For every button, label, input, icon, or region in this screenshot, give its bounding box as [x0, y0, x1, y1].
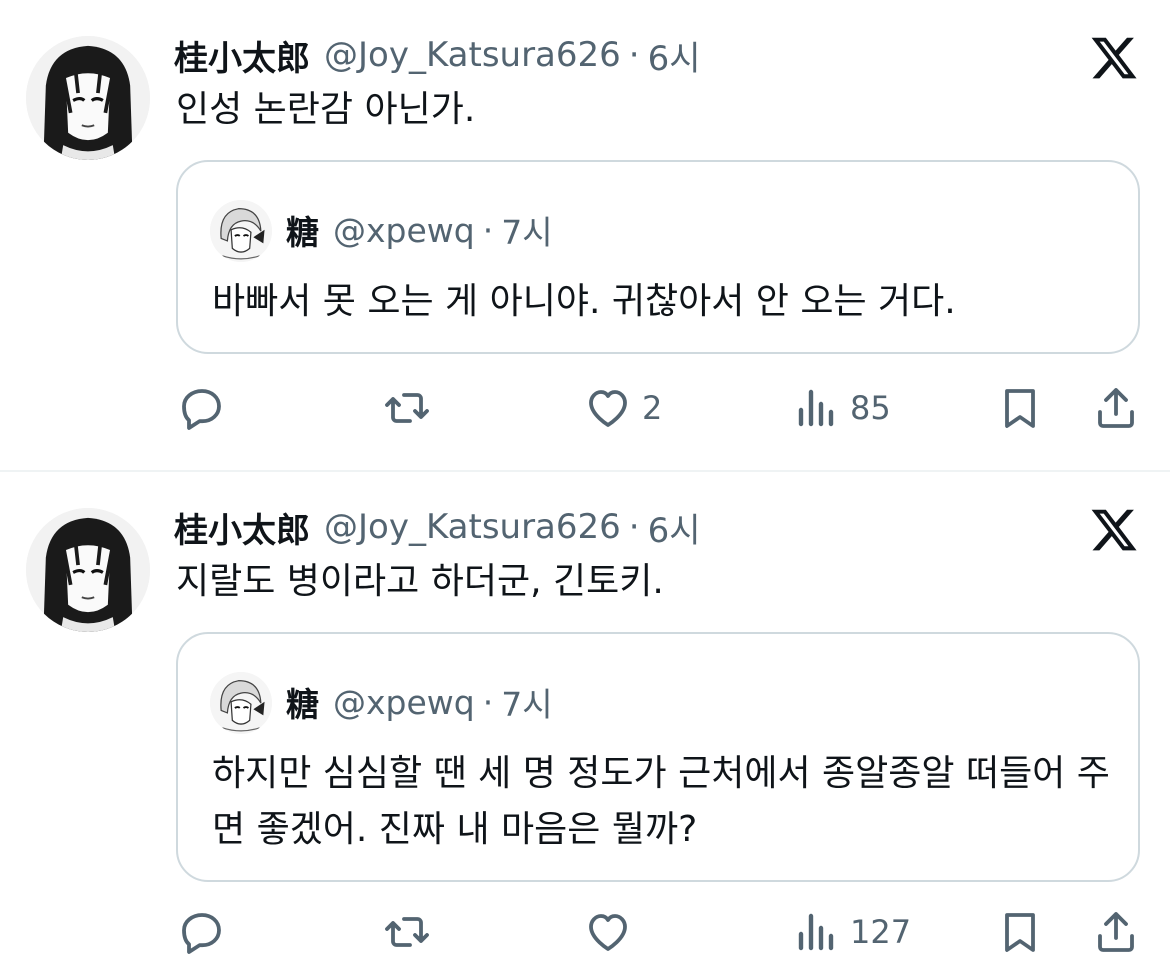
repost-button[interactable]: [383, 380, 431, 436]
author-name[interactable]: 桂小太郎: [174, 503, 310, 552]
views-button[interactable]: 127: [792, 904, 911, 960]
view-count: 127: [850, 913, 912, 951]
quoted-tweet-text: 하지만 심심할 땐 세 명 정도가 근처에서 종알종알 떠들어 주면 좋겠어. …: [212, 753, 1110, 850]
view-count: 85: [850, 389, 891, 427]
share-button[interactable]: [1092, 380, 1140, 436]
quoted-author-name[interactable]: 糖: [286, 678, 319, 726]
bookmark-icon: [1005, 913, 1035, 952]
quoted-tweet-header: 糖 @xpewq · 7시: [286, 202, 553, 258]
quoted-author-name[interactable]: 糖: [286, 206, 319, 254]
share-icon: [1098, 388, 1134, 428]
like-count: 2: [642, 389, 663, 427]
reply-icon: [182, 389, 221, 430]
tweet-timestamp[interactable]: 6시: [648, 31, 701, 80]
quoted-timestamp[interactable]: 7시: [501, 678, 552, 726]
bookmark-button[interactable]: [996, 904, 1044, 960]
author-handle[interactable]: @Joy_Katsura626: [324, 35, 621, 75]
author-avatar[interactable]: [26, 36, 150, 160]
tweet-actions: 2 85: [0, 380, 1170, 436]
tweet[interactable]: 桂小太郎 @Joy_Katsura626 · 6시 지랄도 병이라고 하더군, …: [0, 472, 1170, 979]
views-icon: [798, 913, 834, 951]
share-icon: [1098, 912, 1134, 952]
reply-button[interactable]: [178, 904, 226, 960]
repost-icon: [385, 917, 429, 947]
quoted-author-avatar[interactable]: [210, 672, 272, 734]
repost-icon: [385, 393, 429, 423]
heart-icon: [589, 390, 627, 427]
heart-icon: [589, 914, 627, 951]
separator-dot: ·: [482, 210, 494, 250]
tweet[interactable]: 桂小太郎 @Joy_Katsura626 · 6시 인성 논란감 아닌가. 糖 …: [0, 0, 1170, 470]
views-icon: [798, 389, 834, 427]
like-button[interactable]: [584, 904, 642, 960]
bookmark-button[interactable]: [996, 380, 1044, 436]
quoted-tweet-text: 바빠서 못 오는 게 아니야. 귀찮아서 안 오는 거다.: [212, 281, 956, 322]
tweet-text: 지랄도 병이라고 하더군, 긴토키.: [176, 561, 664, 602]
separator-dot: ·: [628, 35, 640, 75]
reply-button[interactable]: [178, 380, 226, 436]
reply-icon: [182, 913, 221, 954]
quoted-author-handle[interactable]: @xpewq: [333, 683, 475, 722]
quoted-timestamp[interactable]: 7시: [501, 206, 552, 254]
x-logo-icon: [1087, 33, 1141, 83]
like-button[interactable]: 2: [584, 380, 662, 436]
views-button[interactable]: 85: [792, 380, 891, 436]
tweet-text: 인성 논란감 아닌가.: [176, 89, 476, 130]
author-name[interactable]: 桂小太郎: [174, 31, 310, 80]
tweet-header: 桂小太郎 @Joy_Katsura626 · 6시: [174, 502, 701, 552]
separator-dot: ·: [482, 682, 494, 722]
quoted-tweet[interactable]: 糖 @xpewq · 7시 하지만 심심할 땐 세 명 정도가 근처에서 종알종…: [176, 632, 1140, 882]
bookmark-icon: [1005, 389, 1035, 428]
tweet-timestamp[interactable]: 6시: [648, 503, 701, 552]
x-logo-icon: [1087, 505, 1141, 555]
quoted-tweet-header: 糖 @xpewq · 7시: [286, 674, 553, 730]
quoted-author-avatar[interactable]: [210, 200, 272, 262]
separator-dot: ·: [628, 507, 640, 547]
tweet-actions: 127: [0, 904, 1170, 960]
quoted-author-handle[interactable]: @xpewq: [333, 211, 475, 250]
author-handle[interactable]: @Joy_Katsura626: [324, 507, 621, 547]
share-button[interactable]: [1092, 904, 1140, 960]
quoted-tweet[interactable]: 糖 @xpewq · 7시 바빠서 못 오는 게 아니야. 귀찮아서 안 오는 …: [176, 160, 1140, 354]
author-avatar[interactable]: [26, 508, 150, 632]
tweet-header: 桂小太郎 @Joy_Katsura626 · 6시: [174, 30, 701, 80]
repost-button[interactable]: [383, 904, 431, 960]
